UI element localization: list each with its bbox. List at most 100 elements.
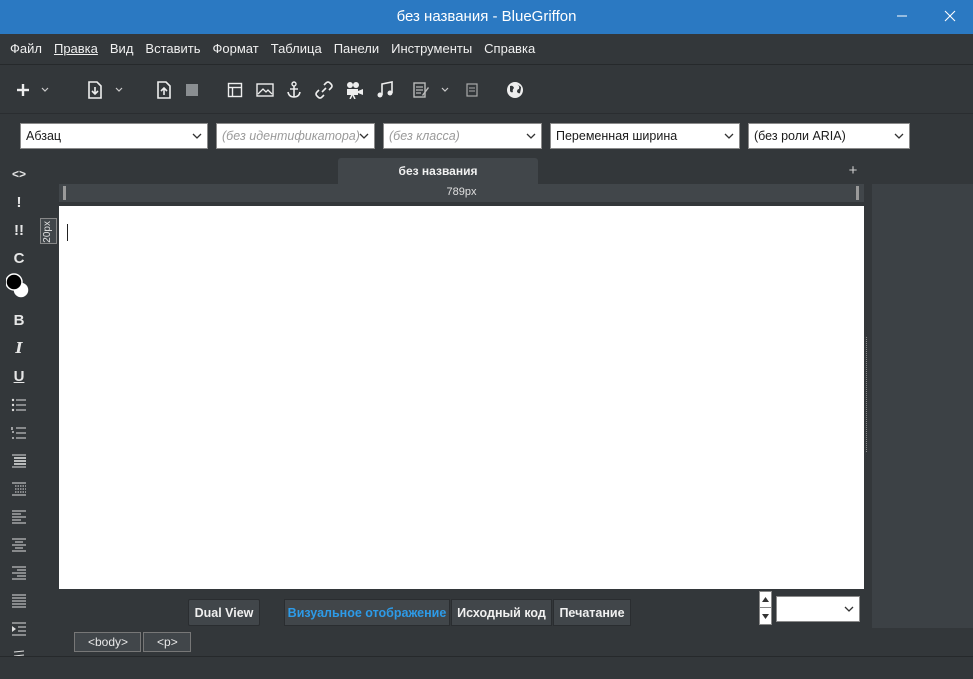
very-important-button[interactable]: !! bbox=[6, 219, 32, 241]
open-button[interactable] bbox=[83, 78, 107, 102]
align-justify-icon bbox=[12, 594, 26, 608]
stop-button[interactable] bbox=[180, 78, 204, 102]
new-dropdown[interactable] bbox=[40, 83, 50, 97]
status-bar bbox=[0, 656, 973, 679]
align-left-button[interactable] bbox=[6, 506, 32, 528]
paragraph-format-value: Абзац bbox=[26, 129, 62, 143]
menu-insert[interactable]: Вставить bbox=[139, 37, 206, 61]
insert-link-button[interactable] bbox=[312, 78, 336, 102]
align-center-button[interactable] bbox=[6, 534, 32, 556]
insert-note-button[interactable] bbox=[460, 78, 484, 102]
window-title: без названия - BlueGriffon bbox=[396, 8, 577, 25]
source-code-button[interactable]: <> bbox=[6, 163, 32, 185]
form-icon bbox=[413, 82, 429, 98]
menu-file[interactable]: Файл bbox=[4, 37, 48, 61]
close-button[interactable] bbox=[927, 0, 973, 31]
tab-untitled[interactable]: без названия bbox=[338, 158, 538, 184]
ruler-right-handle[interactable] bbox=[856, 186, 859, 200]
publish-button[interactable] bbox=[152, 78, 176, 102]
dual-view-button[interactable]: Dual View bbox=[188, 599, 260, 626]
width-ruler[interactable]: 789px bbox=[59, 184, 864, 202]
paragraph-format-select[interactable]: Абзац bbox=[20, 123, 208, 149]
text-caret bbox=[67, 224, 68, 241]
unordered-list-button[interactable] bbox=[6, 394, 32, 416]
align-right-button[interactable] bbox=[6, 562, 32, 584]
italic-button[interactable]: I bbox=[6, 337, 32, 359]
print-view-button[interactable]: Печатание bbox=[553, 599, 631, 626]
chevron-down-icon bbox=[844, 606, 854, 612]
align-right-icon bbox=[12, 566, 26, 580]
new-button[interactable] bbox=[11, 78, 35, 102]
color-picker-button[interactable] bbox=[6, 273, 32, 299]
insert-anchor-button[interactable] bbox=[282, 78, 306, 102]
open-dropdown[interactable] bbox=[114, 83, 124, 97]
source-view-button[interactable]: Исходный код bbox=[451, 599, 552, 626]
bold-button[interactable]: B bbox=[6, 309, 32, 331]
chevron-down-icon bbox=[115, 87, 123, 92]
plus-icon bbox=[17, 84, 29, 96]
insert-table-button[interactable] bbox=[223, 78, 247, 102]
block-indent-icon bbox=[12, 622, 26, 636]
justify-button[interactable] bbox=[6, 590, 32, 612]
chevron-down-icon bbox=[894, 133, 904, 139]
height-ruler: 20px bbox=[40, 218, 57, 244]
chevron-down-icon bbox=[441, 87, 449, 92]
menu-edit[interactable]: Правка bbox=[48, 37, 104, 61]
ordered-list-button[interactable] bbox=[6, 422, 32, 444]
clear-style-button[interactable]: C bbox=[6, 247, 32, 269]
menu-panels[interactable]: Панели bbox=[328, 37, 385, 61]
triangle-down-icon bbox=[762, 613, 769, 619]
chevron-down-icon bbox=[526, 133, 536, 139]
menu-view[interactable]: Вид bbox=[104, 37, 140, 61]
breadcrumb-p[interactable]: <p> bbox=[143, 632, 191, 652]
globe-icon bbox=[507, 82, 523, 98]
align-center-icon bbox=[12, 538, 26, 552]
insert-audio-button[interactable] bbox=[373, 78, 397, 102]
table-icon bbox=[227, 82, 243, 98]
aria-role-select[interactable]: (без роли ARIA) bbox=[748, 123, 910, 149]
new-document-icon bbox=[88, 81, 102, 99]
preview-in-browser-button[interactable] bbox=[503, 78, 527, 102]
ruler-width-label: 789px bbox=[446, 186, 477, 198]
underline-button[interactable]: U bbox=[6, 365, 32, 387]
menu-tools[interactable]: Инструменты bbox=[385, 37, 478, 61]
close-icon bbox=[944, 10, 956, 21]
canvas-resize-marker bbox=[866, 337, 870, 452]
editor-canvas[interactable] bbox=[59, 206, 864, 589]
document-tabs: без названия + bbox=[38, 158, 872, 184]
maximize-button[interactable] bbox=[880, 0, 926, 31]
link-icon bbox=[315, 81, 333, 99]
title-bar: без названия - BlueGriffon bbox=[0, 0, 973, 34]
align-left-icon bbox=[12, 510, 26, 524]
form-dropdown[interactable] bbox=[440, 83, 450, 97]
chevron-down-icon bbox=[192, 133, 202, 139]
zoom-spinner[interactable] bbox=[759, 591, 772, 625]
indent-icon bbox=[12, 482, 26, 496]
insert-image-button[interactable] bbox=[253, 78, 277, 102]
outdent-icon bbox=[12, 454, 26, 468]
menu-help[interactable]: Справка bbox=[478, 37, 541, 61]
insert-video-button[interactable] bbox=[343, 78, 367, 102]
visual-view-button[interactable]: Визуальное отображение bbox=[284, 599, 450, 626]
block-indent-button[interactable] bbox=[6, 618, 32, 640]
important-button[interactable]: ! bbox=[6, 191, 32, 213]
zoom-down-button[interactable] bbox=[760, 608, 771, 624]
outdent-button[interactable] bbox=[6, 450, 32, 472]
chevron-down-icon bbox=[359, 133, 369, 139]
zoom-select[interactable] bbox=[776, 596, 860, 622]
breadcrumb-body[interactable]: <body> bbox=[74, 632, 142, 652]
insert-form-button[interactable] bbox=[409, 78, 433, 102]
zoom-up-button[interactable] bbox=[760, 592, 771, 608]
ruler-height-label: 20px bbox=[42, 221, 53, 243]
format-bar: Абзац (без идентификатора) (без класса) … bbox=[0, 115, 973, 157]
menu-format[interactable]: Формат bbox=[207, 37, 265, 61]
class-select[interactable]: (без класса) bbox=[383, 123, 542, 149]
id-placeholder: (без идентификатора) bbox=[222, 129, 360, 143]
indent-button[interactable] bbox=[6, 478, 32, 500]
id-select[interactable]: (без идентификатора) bbox=[216, 123, 375, 149]
add-tab-button[interactable]: + bbox=[846, 160, 860, 182]
bullet-list-icon bbox=[11, 398, 26, 412]
format-sidebar: <> ! !! C B I U bbox=[0, 158, 38, 658]
menu-table[interactable]: Таблица bbox=[265, 37, 328, 61]
width-select[interactable]: Переменная ширина bbox=[550, 123, 740, 149]
